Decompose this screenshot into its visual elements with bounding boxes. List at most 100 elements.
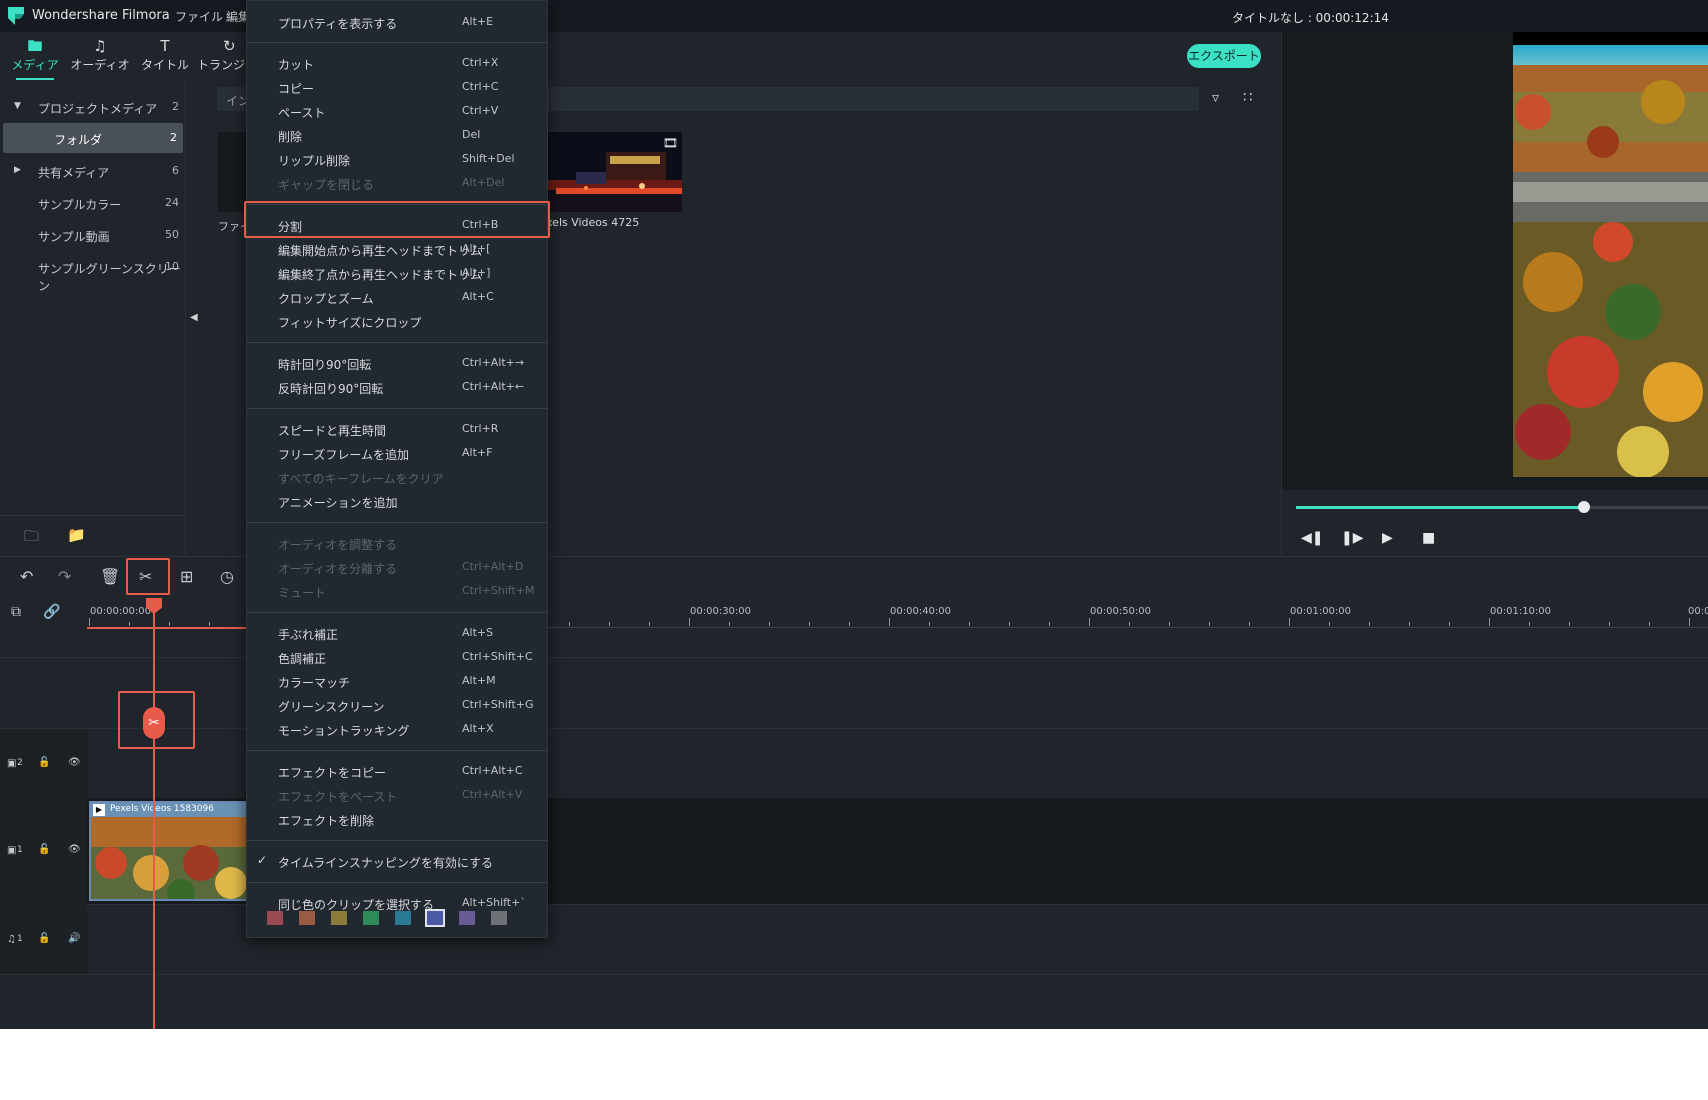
context-menu-item[interactable]: 色調補正 Ctrl+Shift+C — [247, 646, 547, 668]
context-menu-item[interactable]: スピードと再生時間 Ctrl+R — [247, 418, 547, 440]
delete-icon[interactable]: 🗑 — [100, 567, 120, 586]
context-menu-item[interactable]: カラーマッチ Alt+M — [247, 670, 547, 692]
context-menu-item[interactable]: 編集開始点から再生ヘッドまでトリム Alt+[ — [247, 238, 547, 260]
visibility-eye-icon[interactable]: 👁 — [68, 757, 81, 768]
play-icon[interactable]: ▶ — [1382, 530, 1393, 546]
export-button[interactable]: エクスポート — [1187, 44, 1261, 68]
color-swatch[interactable] — [363, 911, 379, 925]
color-swatch[interactable] — [491, 911, 507, 925]
context-menu-separator — [247, 42, 547, 43]
playhead-line[interactable] — [153, 602, 155, 1029]
media-thumbnail-night-street[interactable]: 🎞 — [546, 132, 682, 212]
context-menu-item[interactable]: ペースト Ctrl+V — [247, 100, 547, 122]
context-menu-item[interactable]: リップル削除 Shift+Del — [247, 148, 547, 170]
sidebar-divider — [0, 515, 186, 516]
undo-icon[interactable]: ↶ — [20, 567, 33, 586]
color-swatch[interactable] — [395, 911, 411, 925]
add-track-icon[interactable]: ⧉ — [11, 604, 21, 620]
context-menu-item[interactable]: 反時計回り90°回転 Ctrl+Alt+← — [247, 376, 547, 398]
link-icon[interactable]: 🔗 — [43, 604, 60, 620]
context-menu-item[interactable]: クロップとズーム Alt+C — [247, 286, 547, 308]
stop-icon[interactable]: ■ — [1422, 530, 1435, 546]
collapsed-arrow-icon[interactable]: ▶ — [14, 165, 21, 175]
speaker-icon[interactable]: 🔊 — [68, 933, 80, 944]
tab-audio[interactable]: ♫ オーディオ — [67, 36, 133, 73]
context-menu-item-label: エフェクトを削除 — [278, 814, 375, 828]
color-swatch[interactable] — [267, 911, 283, 925]
context-menu-item[interactable]: アニメーションを追加 — [247, 490, 547, 512]
context-menu-item[interactable]: ✓ タイムラインスナッピングを有効にする — [247, 850, 547, 872]
collapse-sidebar-icon[interactable]: ◀ — [190, 312, 198, 323]
context-menu-item-label: フリーズフレームを追加 — [278, 448, 410, 462]
redo-icon[interactable]: ↷ — [58, 567, 71, 586]
ruler-tick — [1009, 622, 1010, 626]
context-menu-item[interactable]: グリーンスクリーン Ctrl+Shift+G — [247, 694, 547, 716]
sidebar-item-shared-media[interactable]: ▶ 共有メディア 6 — [0, 156, 185, 186]
color-swatch[interactable] — [299, 911, 315, 925]
new-folder-icon[interactable]: 🗀 — [24, 526, 39, 551]
lock-icon[interactable]: 🔓 — [38, 933, 50, 944]
clip-label: Pexels Videos 1583096 — [110, 804, 214, 814]
filter-icon[interactable]: ▿ — [1212, 90, 1219, 106]
context-menu-item[interactable]: フリーズフレームを追加 Alt+F — [247, 442, 547, 464]
tab-title-label: タイトル — [140, 58, 189, 72]
previous-frame-icon[interactable]: ◀❚ — [1301, 530, 1324, 546]
media-thumbnail[interactable] — [218, 132, 248, 212]
context-menu-item[interactable]: モーショントラッキング Alt+X — [247, 718, 547, 740]
context-menu-item-shortcut: Ctrl+C — [462, 80, 499, 93]
ruler-label: 00:01:00:00 — [1290, 606, 1352, 617]
context-menu-item[interactable]: コピー Ctrl+C — [247, 76, 547, 98]
video-clip[interactable] — [89, 801, 249, 901]
context-menu-item-label: リップル削除 — [278, 154, 351, 168]
tab-media[interactable]: 🖿 メディア — [2, 36, 68, 80]
crop-icon[interactable]: ⊞ — [180, 567, 193, 586]
lock-icon[interactable]: 🔓 — [38, 844, 50, 855]
context-menu-item[interactable]: エフェクトを削除 — [247, 808, 547, 830]
context-menu-item: すべてのキーフレームをクリア — [247, 466, 547, 488]
folder-outline-icon[interactable]: 📁 — [67, 526, 86, 544]
context-menu-item[interactable]: カット Ctrl+X — [247, 52, 547, 74]
context-menu-item[interactable]: プロパティを表示する Alt+E — [247, 11, 547, 33]
color-swatch[interactable] — [331, 911, 347, 925]
sidebar-item-sample-colors[interactable]: サンプルカラー 24 — [0, 188, 185, 218]
ruler-played-range — [87, 627, 247, 629]
context-menu-separator — [247, 750, 547, 751]
context-menu-item-label: コピー — [278, 82, 315, 96]
context-menu-item[interactable]: 手ぶれ補正 Alt+S — [247, 622, 547, 644]
sidebar-item-sample-videos[interactable]: サンプル動画 50 — [0, 220, 185, 250]
context-menu-item[interactable]: 時計回り90°回転 Ctrl+Alt+→ — [247, 352, 547, 374]
project-title: タイトルなし : 00:00:12:14 — [1232, 11, 1389, 25]
context-menu-item-label: グリーンスクリーン — [278, 700, 385, 714]
context-menu-item-shortcut: Ctrl+R — [462, 422, 499, 435]
ruler-tick — [889, 618, 890, 626]
context-menu-item[interactable]: 削除 Del — [247, 124, 547, 146]
ruler-tick — [129, 622, 130, 626]
context-menu-item[interactable]: エフェクトをコピー Ctrl+Alt+C — [247, 760, 547, 782]
sidebar-item-folder[interactable]: フォルダ 2 — [3, 123, 183, 153]
context-menu-item[interactable]: 編集終了点から再生ヘッドまでトリム Alt+] — [247, 262, 547, 284]
context-menu-item-shortcut: Alt+Del — [462, 176, 505, 189]
expanded-arrow-icon[interactable]: ▼ — [14, 101, 21, 111]
context-menu-item[interactable]: フィットサイズにクロップ — [247, 310, 547, 332]
lock-icon[interactable]: 🔓 — [38, 757, 50, 768]
ruler-label: 00:0 — [1688, 606, 1708, 617]
next-frame-icon[interactable]: ❚▶ — [1341, 530, 1364, 546]
context-menu-item-label: エフェクトをコピー — [278, 766, 387, 780]
context-menu-separator — [247, 342, 547, 343]
visibility-eye-icon[interactable]: 👁 — [68, 844, 81, 855]
color-swatch[interactable] — [459, 911, 475, 925]
context-menu-item-label: スピードと再生時間 — [278, 424, 387, 438]
sidebar-item-sample-greenscreen[interactable]: サンプルグリーンスクリーン 10 — [0, 252, 185, 293]
tab-title[interactable]: T タイトル — [132, 36, 198, 73]
ruler-tick — [1649, 622, 1650, 626]
context-menu-item-shortcut: Ctrl+Shift+C — [462, 650, 533, 663]
menu-file[interactable]: ファイル — [175, 8, 223, 25]
context-menu-item-label: ギャップを閉じる — [278, 178, 375, 192]
preview-scrubber-handle[interactable] — [1578, 501, 1590, 513]
split-menu-item-highlight — [244, 201, 550, 238]
speed-icon[interactable]: ◷ — [220, 567, 234, 586]
color-swatch[interactable] — [425, 909, 445, 927]
sidebar-item-project-media[interactable]: ▼ プロジェクトメディア 2 — [0, 92, 185, 122]
tab-transition[interactable]: ↻ トランジ — [197, 36, 247, 73]
grid-view-icon[interactable]: ∷ — [1243, 88, 1253, 106]
